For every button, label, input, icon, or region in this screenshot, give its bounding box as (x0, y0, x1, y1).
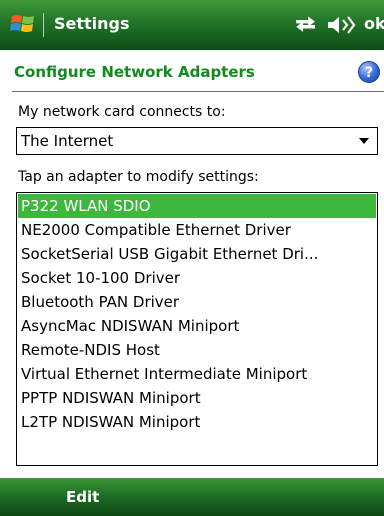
speaker-icon[interactable] (326, 14, 356, 36)
chevron-down-icon[interactable] (359, 138, 369, 144)
title-separator (43, 13, 44, 37)
adapter-list[interactable]: P322 WLAN SDIO NE2000 Compatible Etherne… (16, 192, 378, 466)
windows-flag-icon[interactable] (10, 12, 36, 36)
adapter-item[interactable]: AsyncMac NDISWAN Miniport (18, 314, 376, 338)
app-title: Settings (54, 14, 130, 33)
page-title: Configure Network Adapters (14, 63, 255, 81)
connectivity-arrows-icon[interactable] (292, 14, 320, 36)
adapter-item[interactable]: Socket 10-100 Driver (18, 266, 376, 290)
softkey-bar: Edit (0, 478, 384, 516)
adapter-item[interactable]: P322 WLAN SDIO (18, 194, 376, 218)
screen: Settings ok Configure Network Adapters ?… (0, 0, 384, 516)
adapters-label: Tap an adapter to modify settings: (18, 169, 259, 185)
adapter-item[interactable]: PPTP NDISWAN Miniport (18, 386, 376, 410)
adapter-item[interactable]: Virtual Ethernet Intermediate Miniport (18, 362, 376, 386)
network-destination-dropdown[interactable]: The Internet (16, 127, 378, 155)
adapter-item[interactable]: Bluetooth PAN Driver (18, 290, 376, 314)
dropdown-value: The Internet (21, 132, 114, 150)
help-icon[interactable]: ? (358, 61, 380, 83)
page-header: Configure Network Adapters ? (0, 50, 384, 94)
ok-button[interactable]: ok (364, 12, 384, 36)
connects-label: My network card connects to: (18, 104, 226, 120)
title-bar: Settings ok (0, 0, 384, 50)
adapter-item[interactable]: L2TP NDISWAN Miniport (18, 410, 376, 434)
adapter-item[interactable]: NE2000 Compatible Ethernet Driver (18, 218, 376, 242)
adapter-item[interactable]: Remote-NDIS Host (18, 338, 376, 362)
edit-softkey[interactable]: Edit (66, 487, 99, 507)
adapter-item[interactable]: SocketSerial USB Gigabit Ethernet Dri... (18, 242, 376, 266)
header-divider (12, 91, 384, 92)
